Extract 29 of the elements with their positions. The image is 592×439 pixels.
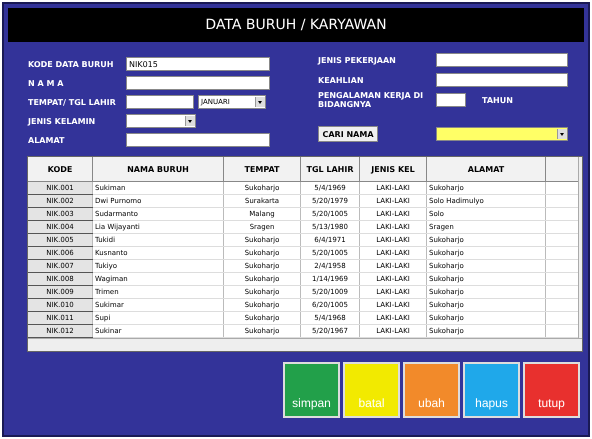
action-button[interactable]: tutup <box>523 362 580 418</box>
input-field[interactable] <box>436 73 568 87</box>
column-header[interactable]: KODE <box>28 157 92 182</box>
input-field[interactable] <box>126 133 270 147</box>
column-header[interactable]: ALAMAT <box>426 157 546 182</box>
field-label: JENIS KELAMIN <box>28 116 96 126</box>
field-label: PENGALAMAN KERJA DI BIDANGNYA <box>318 91 424 109</box>
window-title: DATA BURUH / KARYAWAN <box>8 8 584 42</box>
field-label: ALAMAT <box>28 136 66 144</box>
column-header[interactable]: JENIS KEL <box>360 157 426 182</box>
field-label: TEMPAT/ TGL LAHIR <box>28 98 117 106</box>
search-name-button[interactable]: CARI NAMA <box>318 126 378 142</box>
field-label: KEAHLIAN <box>318 76 365 84</box>
column-header[interactable]: TGL LAHIR <box>300 157 360 182</box>
horizontal-scrollbar[interactable] <box>28 338 582 351</box>
input-field[interactable] <box>126 76 270 90</box>
input-field[interactable] <box>436 53 568 67</box>
field-label: KODE DATA BURUH <box>28 60 114 68</box>
gender-dropdown[interactable] <box>126 114 196 128</box>
vertical-scrollbar[interactable] <box>578 157 582 338</box>
input-field[interactable] <box>436 93 466 107</box>
column-header[interactable]: NAMA BURUH <box>92 157 224 182</box>
input-field[interactable]: NIK015 <box>126 57 270 71</box>
field-label: N A M A <box>28 78 64 88</box>
field-label: JENIS PEKERJAAN <box>318 56 397 64</box>
column-header[interactable]: TEMPAT <box>224 157 300 182</box>
input-field[interactable] <box>126 95 194 109</box>
name-dropdown[interactable] <box>436 127 568 141</box>
unit-label: TAHUN <box>482 96 513 104</box>
